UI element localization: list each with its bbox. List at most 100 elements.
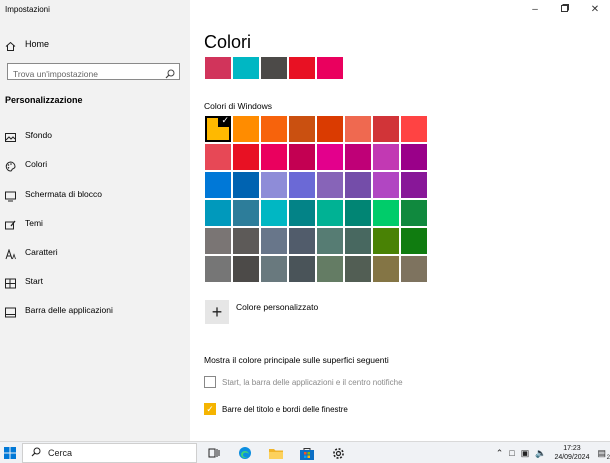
volume-icon[interactable]: 🔈 [535, 448, 546, 459]
color-swatch[interactable] [345, 200, 371, 226]
sidebar-item-colori[interactable]: Colori [5, 157, 47, 172]
color-swatch[interactable] [401, 200, 427, 226]
recent-color-swatch[interactable] [317, 57, 343, 79]
recent-color-swatch[interactable] [289, 57, 315, 79]
color-swatch[interactable] [233, 200, 259, 226]
recent-color-swatch[interactable] [261, 57, 287, 79]
settings-window: Impostazioni Home Personalizzazione Sfon… [0, 0, 610, 441]
checkbox-label: Start, la barra delle applicazioni e il … [222, 377, 403, 387]
minimize-icon: – [532, 3, 538, 15]
color-swatch[interactable] [317, 144, 343, 170]
color-swatch[interactable] [289, 172, 315, 198]
color-swatch[interactable] [345, 144, 371, 170]
color-swatch[interactable] [233, 256, 259, 282]
color-swatch-selected[interactable]: ✓ [205, 115, 231, 142]
color-swatch[interactable] [261, 172, 287, 198]
color-swatch[interactable] [205, 228, 231, 254]
color-swatch[interactable] [205, 256, 231, 282]
color-swatch[interactable] [401, 144, 427, 170]
color-swatch[interactable] [317, 200, 343, 226]
start-button[interactable] [4, 446, 16, 463]
color-swatch[interactable] [345, 172, 371, 198]
sidebar-item-start[interactable]: Start [5, 274, 43, 288]
settings-search[interactable] [7, 63, 180, 82]
color-swatch[interactable] [261, 228, 287, 254]
custom-color-label: Colore personalizzato [236, 302, 319, 312]
color-swatch[interactable] [373, 144, 399, 170]
surfaces-label: Mostra il colore principale sulle superf… [204, 355, 389, 365]
clock[interactable]: 17:23 24/09/2024 [554, 444, 589, 462]
section-title: Personalizzazione [5, 95, 83, 105]
color-swatch[interactable] [345, 116, 371, 142]
checkbox-title-bars[interactable]: ✓ [204, 403, 216, 415]
color-swatch[interactable] [289, 144, 315, 170]
color-swatch[interactable] [205, 144, 231, 170]
checkbox-label: Barre del titolo e bordi delle finestre [222, 404, 348, 414]
color-swatch[interactable] [373, 256, 399, 282]
color-swatch[interactable] [373, 228, 399, 254]
color-swatch[interactable] [261, 256, 287, 282]
surface-option-start-taskbar[interactable]: Start, la barra delle applicazioni e il … [204, 376, 403, 388]
chevron-up-icon[interactable]: ⌃ [496, 448, 504, 459]
sidebar-item-caratteri[interactable]: Caratteri [5, 245, 58, 259]
color-swatch[interactable] [345, 228, 371, 254]
sidebar-item-barra-delle-applicazioni[interactable]: Barra delle applicazioni [5, 303, 113, 317]
sidebar: Impostazioni Home Personalizzazione Sfon… [0, 0, 190, 441]
sidebar-item-temi[interactable]: Temi [5, 216, 43, 230]
sidebar-home-label: Home [25, 39, 50, 49]
color-swatch[interactable] [233, 228, 259, 254]
edge-icon[interactable] [235, 443, 255, 463]
color-swatch[interactable] [317, 256, 343, 282]
task-view-icon[interactable] [204, 443, 224, 463]
file-explorer-icon[interactable] [266, 443, 286, 463]
color-swatch[interactable] [373, 172, 399, 198]
color-swatch[interactable] [317, 116, 343, 142]
sidebar-item-schermata-di-blocco[interactable]: Schermata di blocco [5, 187, 102, 201]
color-swatch[interactable] [233, 144, 259, 170]
plus-icon: + [205, 300, 229, 324]
minimize-button[interactable]: – [520, 0, 550, 18]
search-input[interactable] [8, 66, 158, 82]
color-swatch[interactable] [289, 116, 315, 142]
color-swatch[interactable] [317, 228, 343, 254]
device-icon[interactable]: □ [509, 448, 514, 458]
settings-icon[interactable] [328, 443, 348, 463]
close-button[interactable]: ✕ [580, 0, 610, 18]
color-swatch[interactable] [233, 172, 259, 198]
custom-color-button[interactable]: + Colore personalizzato [205, 300, 318, 324]
search-icon[interactable] [165, 66, 175, 84]
notification-button[interactable]: ▤ 2 [597, 448, 610, 461]
recent-color-swatch[interactable] [205, 57, 231, 79]
sidebar-item-label: Schermata di blocco [25, 189, 103, 199]
color-swatch[interactable] [261, 200, 287, 226]
color-swatch[interactable] [401, 172, 427, 198]
color-swatch[interactable] [317, 172, 343, 198]
surface-option-title-bars[interactable]: ✓ Barre del titolo e bordi delle finestr… [204, 403, 348, 415]
store-icon[interactable] [297, 443, 317, 463]
color-swatch[interactable] [289, 228, 315, 254]
color-swatch[interactable] [233, 116, 259, 142]
color-swatch[interactable] [401, 116, 427, 142]
taskbar-search[interactable]: Cerca [22, 443, 197, 463]
monitor-icon [5, 189, 16, 201]
color-swatch[interactable] [373, 200, 399, 226]
network-icon[interactable]: ▣ [521, 448, 530, 459]
color-swatch[interactable] [401, 256, 427, 282]
color-swatch[interactable] [205, 172, 231, 198]
windows-logo-icon [4, 446, 16, 463]
color-swatch[interactable] [401, 228, 427, 254]
color-swatch[interactable] [289, 256, 315, 282]
maximize-icon [561, 3, 569, 15]
checkbox-start-taskbar[interactable] [204, 376, 216, 388]
maximize-button[interactable] [550, 0, 580, 18]
color-swatch[interactable] [205, 200, 231, 226]
recent-colors [205, 57, 343, 79]
color-swatch[interactable] [261, 116, 287, 142]
recent-color-swatch[interactable] [233, 57, 259, 79]
color-swatch[interactable] [373, 116, 399, 142]
color-swatch[interactable] [261, 144, 287, 170]
sidebar-home[interactable]: Home [5, 37, 49, 51]
sidebar-item-sfondo[interactable]: Sfondo [5, 128, 52, 142]
color-swatch[interactable] [289, 200, 315, 226]
color-swatch[interactable] [345, 256, 371, 282]
